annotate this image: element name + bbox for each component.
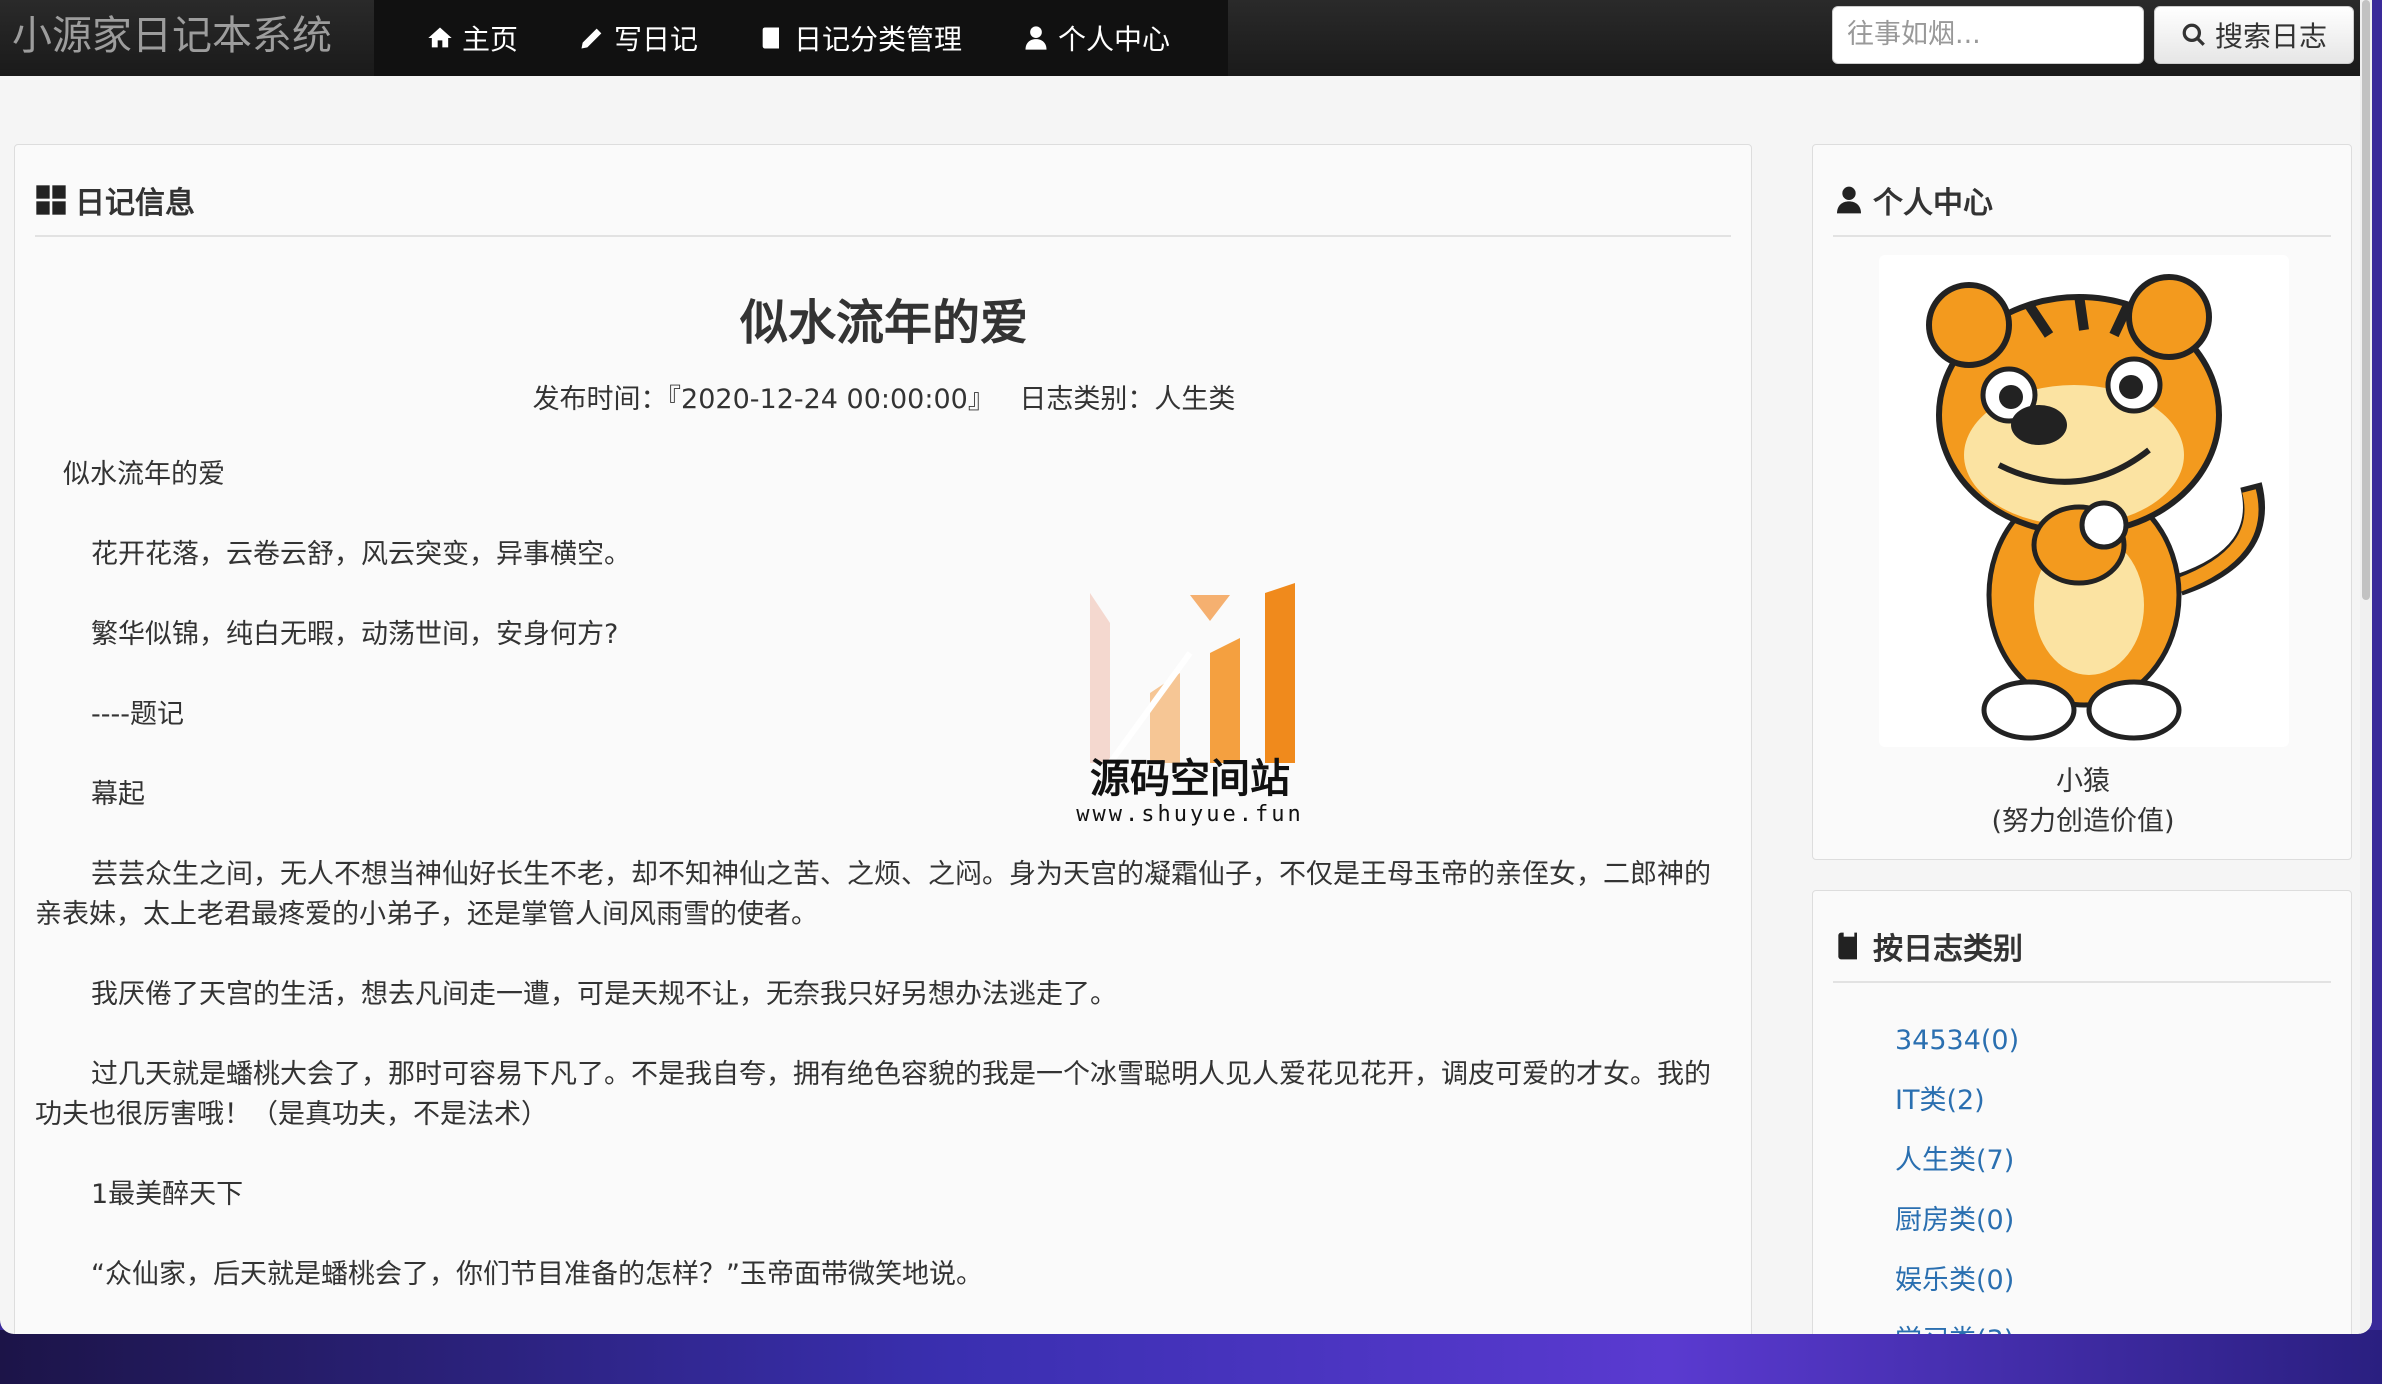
nav-menu: 主页 写日记 日记分类管理 个人中心: [374, 0, 1229, 76]
diary-info-heading-label: 日记信息: [75, 186, 195, 221]
paragraph: ----题记: [91, 699, 184, 730]
article-body: 似水流年的爱 花开花落，云卷云舒，风云突变，异事横空。 繁华似锦，纯白无暇，动荡…: [35, 455, 1735, 1334]
watermark-url: www.shuyue.fun: [1076, 802, 1304, 827]
avatar: [1879, 255, 2289, 747]
category-link[interactable]: 34534(0): [1895, 1011, 2019, 1071]
tiger-avatar-icon: [1926, 274, 2265, 741]
nav-personal-center-label: 个人中心: [1058, 23, 1171, 56]
paragraph: “众仙家，后天就是蟠桃会了，你们节目准备的怎样？”玉帝面带微笑地说。: [91, 1259, 983, 1290]
publish-time: 发布时间：『2020-12-24 00:00:00』: [532, 384, 995, 415]
personal-center-heading: 个人中心: [1833, 165, 2331, 237]
personal-center-panel: 个人中心 小猿 (努力创造价值): [1812, 144, 2352, 860]
category-heading-label: 按日志类别: [1873, 932, 2023, 967]
watermark-name: 源码空间站: [1090, 756, 1290, 802]
category-link[interactable]: IT类(2): [1895, 1071, 2019, 1131]
category-link[interactable]: 厨房类(0): [1895, 1191, 2019, 1251]
user-icon: [1833, 184, 1865, 216]
book-icon: [758, 24, 786, 52]
top-navbar: 小源家日记本系统 主页 写日记 日记分类管理 个人中心 往事如烟... 搜索日志: [0, 0, 2372, 76]
nav-personal-center[interactable]: 个人中心: [992, 0, 1200, 76]
paragraph: 芸芸众生之间，无人不想当神仙好长生不老，却不知神仙之苦、之烦、之闷。身为天宫的凝…: [35, 859, 1711, 930]
category-link[interactable]: 人生类(7): [1895, 1131, 2019, 1191]
scrollbar-thumb[interactable]: [2362, 0, 2370, 600]
nav-write-diary[interactable]: 写日记: [548, 0, 728, 76]
diary-info-panel: 日记信息 似水流年的爱 发布时间：『2020-12-24 00:00:00』 日…: [14, 144, 1752, 1334]
nav-home-label: 主页: [462, 23, 519, 56]
pencil-icon: [578, 24, 606, 52]
nav-category-manage[interactable]: 日记分类管理: [728, 0, 992, 76]
grid-icon: [35, 184, 67, 216]
paragraph: 我厌倦了天宫的生活，想去凡间走一遭，可是天规不让，无奈我只好另想办法逃走了。: [91, 979, 1117, 1010]
category-panel: 按日志类别 34534(0) IT类(2) 人生类(7) 厨房类(0) 娱乐类(…: [1812, 890, 2352, 1334]
user-name: 小猿: [2056, 766, 2110, 797]
paragraph: 似水流年的爱: [63, 459, 225, 490]
paragraph: 1最美醉天下: [91, 1179, 244, 1210]
article-title: 似水流年的爱: [739, 295, 1028, 351]
paragraph: 繁华似锦，纯白无暇，动荡世间，安身何方?: [91, 619, 619, 650]
browser-window: 小源家日记本系统 主页 写日记 日记分类管理 个人中心 往事如烟... 搜索日志: [0, 0, 2372, 1334]
category-heading: 按日志类别: [1833, 911, 2331, 983]
nav-write-diary-label: 写日记: [614, 23, 699, 56]
paragraph: 幕起: [91, 779, 145, 810]
search-button[interactable]: 搜索日志: [2154, 6, 2354, 64]
article-meta: 发布时间：『2020-12-24 00:00:00』 日志类别：人生类: [15, 377, 1753, 416]
search-input[interactable]: 往事如烟...: [1832, 6, 2144, 64]
category-list: 34534(0) IT类(2) 人生类(7) 厨房类(0) 娱乐类(0) 学习类…: [1895, 1011, 2019, 1334]
category-link[interactable]: 学习类(3): [1895, 1311, 2019, 1334]
user-motto: (努力创造价值): [1991, 806, 2175, 837]
category-link[interactable]: 娱乐类(0): [1895, 1251, 2019, 1311]
book-icon: [1833, 930, 1865, 962]
page-scrollbar[interactable]: [2360, 0, 2372, 1334]
search-icon: [2182, 23, 2205, 46]
nav-category-manage-label: 日记分类管理: [794, 23, 963, 56]
nav-home[interactable]: 主页: [396, 0, 548, 76]
search-button-label: 搜索日志: [2214, 20, 2327, 53]
diary-info-heading: 日记信息: [35, 165, 1731, 237]
personal-center-heading-label: 个人中心: [1873, 186, 1993, 221]
home-icon: [426, 24, 454, 52]
brand-title[interactable]: 小源家日记本系统: [0, 0, 374, 76]
article-category: 日志类别：人生类: [1019, 384, 1236, 415]
desktop-background: [0, 1330, 2382, 1384]
paragraph: 过几天就是蟠桃大会了，那时可容易下凡了。不是我自夸，拥有绝色容貌的我是一个冰雪聪…: [35, 1059, 1711, 1130]
user-icon: [1022, 24, 1050, 52]
paragraph: 花开花落，云卷云舒，风云突变，异事横空。: [91, 539, 631, 570]
